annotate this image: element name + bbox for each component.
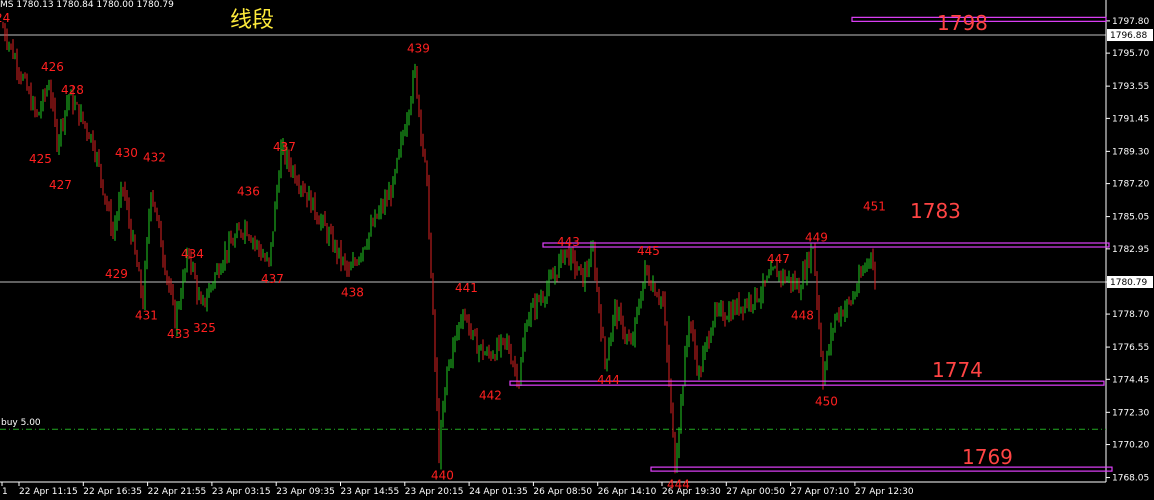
wave-label: 441 — [455, 281, 478, 295]
price-tick-label: 1776.55 — [1112, 343, 1149, 353]
wave-label: 450 — [815, 395, 838, 409]
wave-label: 443 — [557, 235, 580, 249]
wave-label: 425 — [29, 152, 52, 166]
price-tick-label: 1768.05 — [1112, 474, 1149, 484]
price-tick-label: 1772.30 — [1112, 408, 1149, 418]
wave-label: 437 — [261, 272, 284, 286]
wave-label: 432 — [143, 151, 166, 165]
price-tick-label: 1782.95 — [1112, 245, 1149, 255]
price-tick-label: 1778.70 — [1112, 310, 1149, 320]
time-tick-label: 23 Apr 20:15 — [405, 487, 464, 497]
wave-label: 448 — [791, 309, 814, 323]
wave-label: 449 — [805, 230, 828, 244]
wave-label: 325 — [193, 321, 216, 335]
wave-label: 444 — [667, 477, 690, 491]
time-tick-label: 22 Apr 16:35 — [83, 487, 142, 497]
time-tick-label: 23 Apr 09:35 — [276, 487, 335, 497]
wave-label: 431 — [135, 309, 158, 323]
price-tick-label: 1797.80 — [1112, 17, 1149, 27]
wave-label: 426 — [41, 60, 64, 74]
wave-label: 439 — [407, 42, 430, 56]
wave-label: 445 — [637, 244, 660, 258]
wave-label: 429 — [105, 267, 128, 281]
level-label-1798: 1798 — [937, 11, 988, 35]
wave-label: 437 — [273, 140, 296, 154]
price-tick-label: 1787.20 — [1112, 180, 1149, 190]
wave-label: 442 — [479, 388, 502, 402]
current-price-label: 1780.79 — [1110, 278, 1147, 288]
wave-label: 438 — [341, 286, 364, 300]
time-tick-label: 26 Apr 08:50 — [533, 487, 592, 497]
current-price-label: 1796.88 — [1110, 31, 1147, 41]
wave-label: 436 — [237, 184, 260, 198]
wave-label: 434 — [181, 247, 204, 261]
time-tick-label: 27 Apr 00:50 — [726, 487, 785, 497]
candles-group — [2, 21, 876, 474]
wave-label: 430 — [115, 146, 138, 160]
level-box-1769 — [650, 466, 1113, 472]
level-label-1783: 1783 — [910, 199, 961, 223]
time-tick-label: 27 Apr 07:10 — [791, 487, 850, 497]
time-tick-label: 22 Apr 11:15 — [19, 487, 78, 497]
time-tick-label: 27 Apr 12:30 — [855, 487, 914, 497]
level-label-1769: 1769 — [962, 445, 1013, 469]
level-label-1774: 1774 — [932, 358, 983, 382]
wave-label: 447 — [767, 252, 790, 266]
time-tick-label: 23 Apr 14:55 — [341, 487, 400, 497]
price-tick-label: 1791.45 — [1112, 114, 1149, 124]
price-tick-label: 1770.20 — [1112, 441, 1149, 451]
wave-label: 444 — [597, 373, 620, 387]
wave-label: 427 — [49, 178, 72, 192]
price-tick-label: 1774.45 — [1112, 375, 1149, 385]
wave-label: 440 — [431, 468, 454, 482]
buy-order-label: buy 5.00 — [1, 418, 41, 428]
candlestick-chart[interactable]: 1797.80 1795.70 1793.55 1791.45 1789.30 1787.… — [0, 0, 1154, 500]
time-tick-label: 24 Apr 01:35 — [469, 487, 528, 497]
wave-label: 428 — [61, 83, 84, 97]
time-tick-label: 1 — [2, 487, 8, 497]
wave-label: 24 — [0, 11, 10, 25]
time-tick-label: 26 Apr 14:10 — [598, 487, 657, 497]
wave-label: 451 — [863, 200, 886, 214]
chart-title: 线段 — [230, 8, 275, 33]
time-tick-label: 23 Apr 03:15 — [212, 487, 271, 497]
price-tick-label: 1795.70 — [1112, 49, 1149, 59]
chart-header-info: MS 1780.13 1780.84 1780.00 1780.79 — [0, 0, 174, 10]
price-tick-label: 1793.55 — [1112, 82, 1149, 92]
wave-label: 433 — [167, 327, 190, 341]
price-tick-label: 1785.05 — [1112, 213, 1149, 223]
time-tick-label: 22 Apr 21:55 — [148, 487, 207, 497]
price-tick-label: 1789.30 — [1112, 147, 1149, 157]
